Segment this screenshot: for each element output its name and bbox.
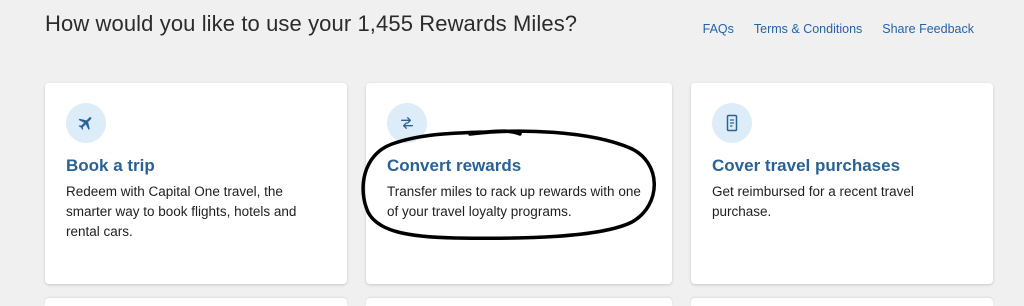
airplane-icon	[66, 103, 106, 143]
card-title: Convert rewards	[387, 156, 522, 175]
page-title: How would you like to use your 1,455 Rew…	[45, 11, 578, 36]
receipt-icon	[712, 103, 752, 143]
convert-rewards-card[interactable]: Convert rewards Transfer miles to rack u…	[366, 83, 672, 284]
transfer-arrows-icon	[387, 103, 427, 143]
card-title: Book a trip	[66, 156, 155, 175]
card-description: Get reimbursed for a recent travel purch…	[712, 184, 914, 219]
top-links: FAQs Terms & Conditions Share Feedback	[703, 22, 974, 36]
card-description: Redeem with Capital One travel, the smar…	[66, 184, 297, 239]
terms-conditions-link[interactable]: Terms & Conditions	[754, 22, 862, 36]
cover-travel-purchases-card[interactable]: Cover travel purchases Get reimbursed fo…	[691, 83, 993, 284]
share-feedback-link[interactable]: Share Feedback	[882, 22, 974, 36]
card-description: Transfer miles to rack up rewards with o…	[387, 184, 641, 219]
card-title: Cover travel purchases	[712, 156, 901, 175]
faqs-link[interactable]: FAQs	[703, 22, 734, 36]
book-trip-card[interactable]: Book a trip Redeem with Capital One trav…	[45, 83, 347, 284]
